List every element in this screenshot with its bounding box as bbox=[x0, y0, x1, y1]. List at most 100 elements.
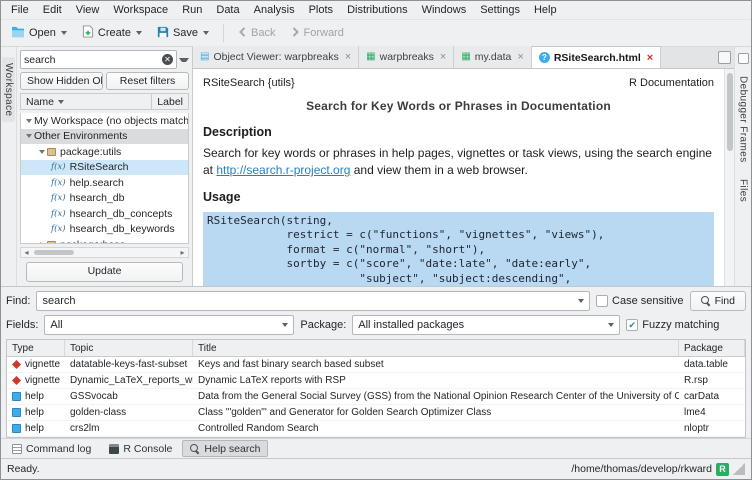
tree-item-help-search[interactable]: f(x) help.search bbox=[21, 175, 188, 191]
r-engine-status-badge[interactable]: R bbox=[716, 463, 729, 476]
save-button[interactable]: Save bbox=[151, 23, 215, 44]
package-combobox[interactable]: All installed packages bbox=[352, 315, 620, 335]
package-icon bbox=[47, 148, 56, 156]
close-icon[interactable]: × bbox=[645, 53, 653, 63]
menu-workspace[interactable]: Workspace bbox=[106, 2, 175, 18]
label-column-label: Label bbox=[157, 96, 183, 108]
description-paragraph: Search for key words or phrases in help … bbox=[203, 145, 714, 180]
show-hidden-objects-button[interactable]: Show Hidden Objects bbox=[20, 72, 103, 90]
menu-plots[interactable]: Plots bbox=[302, 2, 340, 18]
tab-label: warpbreaks bbox=[380, 51, 434, 63]
chevron-down-icon[interactable] bbox=[282, 323, 288, 327]
tree-horizontal-scrollbar[interactable]: ◂ ▸ bbox=[20, 247, 189, 258]
menu-settings[interactable]: Settings bbox=[473, 2, 527, 18]
close-icon[interactable]: × bbox=[438, 52, 446, 62]
usage-code-block[interactable]: RSiteSearch(string, restrict = c("functi… bbox=[203, 212, 714, 286]
workspace-browser: ✕ Show Hidden Objects Reset filters Name… bbox=[17, 47, 193, 286]
result-title: Keys and fast binary search based subset bbox=[193, 359, 679, 370]
tree-item-package-utils[interactable]: package:utils bbox=[21, 144, 188, 160]
resize-grip[interactable] bbox=[733, 463, 745, 475]
tree-item-other-environments[interactable]: Other Environments bbox=[21, 129, 188, 145]
r-console-tab[interactable]: R Console bbox=[101, 440, 180, 457]
result-row[interactable]: vignette datatable-keys-fast-subset Keys… bbox=[7, 357, 745, 373]
tab-object-viewer-warpbreaks[interactable]: ▤ Object Viewer: warpbreaks × bbox=[193, 46, 359, 68]
forward-button[interactable]: Forward bbox=[285, 24, 350, 43]
menu-run[interactable]: Run bbox=[175, 2, 209, 18]
debugger-frames-dock-tab[interactable]: Debugger Frames bbox=[738, 76, 749, 163]
menu-edit[interactable]: Edit bbox=[36, 2, 69, 18]
save-dropdown-icon[interactable] bbox=[203, 31, 209, 35]
dock-icon[interactable] bbox=[738, 53, 749, 64]
tab-warpbreaks[interactable]: ▦ warpbreaks × bbox=[359, 46, 454, 68]
fields-combobox[interactable]: All bbox=[44, 315, 294, 335]
tree-item-package-base[interactable]: package:base bbox=[21, 237, 188, 244]
result-row[interactable]: help golden-class Class '"golden"' and G… bbox=[7, 405, 745, 421]
tree-item-hsearch-db-concepts[interactable]: f(x) hsearch_db_concepts bbox=[21, 206, 188, 222]
result-row[interactable]: help crs2lm Controlled Random Search nlo… bbox=[7, 421, 745, 437]
column-header-name[interactable]: Name bbox=[21, 94, 152, 109]
find-combobox[interactable]: search bbox=[36, 291, 590, 311]
detach-window-icon[interactable] bbox=[718, 51, 731, 64]
help-vertical-scrollbar[interactable] bbox=[724, 69, 734, 286]
expander-icon[interactable] bbox=[24, 134, 34, 138]
expander-icon[interactable] bbox=[37, 150, 47, 154]
menu-data[interactable]: Data bbox=[209, 2, 246, 18]
search-r-project-link[interactable]: http://search.r-project.org bbox=[216, 163, 350, 177]
column-header-topic[interactable]: Topic bbox=[65, 340, 193, 356]
expander-icon[interactable] bbox=[37, 242, 47, 244]
help-title: Search for Key Words or Phrases in Docum… bbox=[203, 99, 714, 113]
clear-search-icon[interactable]: ✕ bbox=[162, 54, 173, 65]
function-icon: f(x) bbox=[51, 162, 66, 172]
fuzzy-matching-checkbox[interactable]: ✔ bbox=[626, 319, 638, 331]
menu-help[interactable]: Help bbox=[527, 2, 564, 18]
menu-distributions[interactable]: Distributions bbox=[340, 2, 415, 18]
tree-item-my-workspace[interactable]: My Workspace (no objects matching filter… bbox=[21, 113, 188, 129]
result-row[interactable]: help GSSvocab Data from the General Soci… bbox=[7, 389, 745, 405]
files-dock-tab[interactable]: Files bbox=[738, 179, 749, 202]
tree-item-rsitesearch[interactable]: f(x) RSiteSearch bbox=[21, 160, 188, 176]
result-title: Class '"golden"' and Generator for Golde… bbox=[193, 407, 679, 418]
fuzzy-matching-option[interactable]: ✔ Fuzzy matching bbox=[626, 319, 719, 331]
scrollbar-handle[interactable] bbox=[727, 73, 733, 151]
close-icon[interactable]: × bbox=[515, 52, 523, 62]
close-icon[interactable]: × bbox=[343, 52, 351, 62]
scroll-left-icon[interactable]: ◂ bbox=[21, 248, 32, 257]
column-header-title[interactable]: Title bbox=[193, 340, 679, 356]
menu-view[interactable]: View bbox=[69, 2, 107, 18]
result-row[interactable]: vignette Dynamic_LaTeX_reports_with_RSP … bbox=[7, 373, 745, 389]
open-dropdown-icon[interactable] bbox=[61, 31, 67, 35]
tree-item-hsearch-db[interactable]: f(x) hsearch_db bbox=[21, 191, 188, 207]
tree-item-hsearch-db-keywords[interactable]: f(x) hsearch_db_keywords bbox=[21, 222, 188, 238]
open-button[interactable]: Open bbox=[5, 23, 73, 44]
workspace-dock-tab[interactable]: Workspace bbox=[2, 57, 15, 122]
document-tabbar: ▤ Object Viewer: warpbreaks × ▦ warpbrea… bbox=[193, 47, 734, 69]
scrollbar-handle[interactable] bbox=[34, 250, 74, 255]
search-history-dropdown-icon[interactable] bbox=[179, 58, 189, 62]
create-dropdown-icon[interactable] bbox=[136, 31, 142, 35]
case-sensitive-option[interactable]: Case sensitive bbox=[596, 295, 684, 307]
scrollbar-track[interactable] bbox=[32, 248, 177, 257]
command-log-tab[interactable]: Command log bbox=[4, 440, 99, 457]
create-label: Create bbox=[98, 27, 131, 39]
tab-my-data[interactable]: ▦ my.data × bbox=[454, 46, 531, 68]
create-button[interactable]: Create bbox=[76, 22, 148, 44]
update-button[interactable]: Update bbox=[26, 262, 183, 282]
back-button[interactable]: Back bbox=[232, 24, 281, 43]
tab-rsitesearch-html[interactable]: ? RSiteSearch.html × bbox=[532, 46, 661, 68]
menu-file[interactable]: File bbox=[4, 2, 36, 18]
chevron-down-icon[interactable] bbox=[608, 323, 614, 327]
column-header-package[interactable]: Package bbox=[679, 340, 745, 356]
find-button[interactable]: Find bbox=[690, 291, 746, 311]
column-header-type[interactable]: Type bbox=[7, 340, 65, 356]
column-header-label[interactable]: Label bbox=[152, 96, 188, 108]
help-search-tab[interactable]: Help search bbox=[182, 440, 268, 457]
case-sensitive-checkbox[interactable] bbox=[596, 295, 608, 307]
reset-filters-button[interactable]: Reset filters bbox=[106, 72, 189, 90]
menu-analysis[interactable]: Analysis bbox=[247, 2, 302, 18]
sort-dropdown-icon[interactable] bbox=[58, 100, 64, 104]
menu-windows[interactable]: Windows bbox=[415, 2, 474, 18]
chevron-down-icon[interactable] bbox=[578, 299, 584, 303]
scroll-right-icon[interactable]: ▸ bbox=[177, 248, 188, 257]
workspace-search-input[interactable] bbox=[24, 54, 162, 66]
expander-icon[interactable] bbox=[24, 119, 34, 123]
